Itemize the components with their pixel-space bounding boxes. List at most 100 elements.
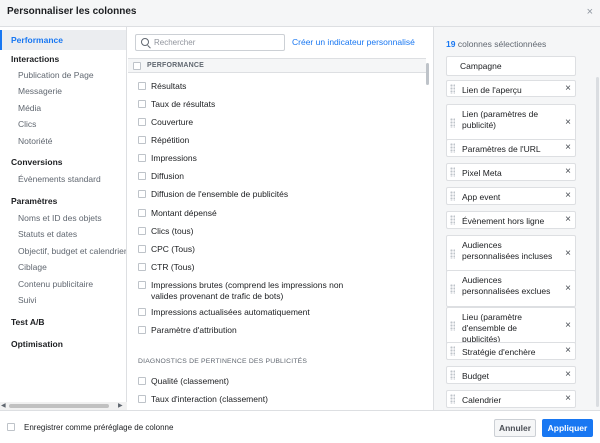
- drag-handle-icon[interactable]: [450, 83, 455, 94]
- remove-icon[interactable]: ×: [565, 190, 571, 202]
- selected-column-item[interactable]: Lien (paramètres de publicité) ×: [446, 104, 576, 141]
- metric-checkbox[interactable]: [138, 326, 146, 334]
- sidebar-item-category[interactable]: Interactions: [11, 54, 126, 64]
- sidebar-item-subcategory[interactable]: Statuts et dates: [18, 229, 126, 239]
- metric-list-scrollbar[interactable]: [424, 58, 430, 410]
- metric-checkbox[interactable]: [138, 209, 146, 217]
- sidebar-item-category[interactable]: Test A/B: [11, 317, 126, 327]
- remove-icon[interactable]: ×: [565, 142, 571, 154]
- selected-columns-panel: 19 colonnes sélectionnées Campagne Lien …: [433, 27, 600, 410]
- select-all-checkbox[interactable]: [133, 62, 141, 70]
- metric-checkbox[interactable]: [138, 154, 146, 162]
- selected-column-label: Audiences personnalisées incluses: [462, 240, 553, 261]
- sidebar-item-category[interactable]: Paramètres: [11, 196, 126, 206]
- performance-section-header: PERFORMANCE: [128, 58, 426, 73]
- selected-count: 19 colonnes sélectionnées: [446, 39, 546, 49]
- metric-checkbox[interactable]: [138, 263, 146, 271]
- sidebar-item-subcategory[interactable]: Objectif, budget et calendrier: [18, 246, 126, 256]
- drag-handle-icon[interactable]: [450, 117, 455, 128]
- metric-checkbox[interactable]: [138, 118, 146, 126]
- remove-icon[interactable]: ×: [565, 248, 571, 260]
- drag-handle-icon[interactable]: [450, 394, 455, 404]
- remove-icon[interactable]: ×: [565, 320, 571, 332]
- remove-icon[interactable]: ×: [565, 166, 571, 178]
- selected-column-item[interactable]: Évènement hors ligne ×: [446, 211, 576, 229]
- sidebar-scrollbar-thumb[interactable]: [9, 404, 109, 408]
- drag-handle-icon[interactable]: [450, 346, 455, 356]
- save-preset-checkbox[interactable]: [7, 423, 15, 431]
- sidebar-item-subcategory[interactable]: Clics: [18, 119, 126, 129]
- sidebar-item-category[interactable]: Optimisation: [11, 339, 126, 349]
- metric-label: Montant dépensé: [151, 208, 217, 218]
- metric-checkbox[interactable]: [138, 190, 146, 198]
- drag-handle-icon[interactable]: [450, 143, 455, 153]
- selected-column-label: Stratégie d'enchère: [462, 347, 536, 357]
- metric-checkbox[interactable]: [138, 245, 146, 253]
- remove-icon[interactable]: ×: [565, 345, 571, 357]
- drag-handle-icon[interactable]: [450, 215, 455, 225]
- drag-handle-icon[interactable]: [450, 370, 455, 380]
- scroll-left-icon[interactable]: ◀: [1, 402, 6, 409]
- scroll-right-icon[interactable]: ▶: [118, 402, 123, 409]
- metric-list-scrollbar-thumb[interactable]: [426, 63, 429, 85]
- sidebar-item-subcategory[interactable]: Média: [18, 103, 126, 113]
- metric-checkbox[interactable]: [138, 136, 146, 144]
- selected-column-item[interactable]: Audiences personnalisées exclues ×: [446, 270, 576, 307]
- sidebar-item-subcategory[interactable]: Noms et ID des objets: [18, 213, 126, 223]
- drag-handle-icon[interactable]: [450, 167, 455, 177]
- remove-icon[interactable]: ×: [565, 83, 571, 95]
- remove-icon[interactable]: ×: [565, 214, 571, 226]
- drag-handle-icon[interactable]: [450, 283, 455, 294]
- remove-icon[interactable]: ×: [565, 283, 571, 295]
- metric-checkbox[interactable]: [138, 172, 146, 180]
- selected-column-label: Calendrier: [462, 395, 502, 405]
- remove-icon[interactable]: ×: [565, 117, 571, 129]
- metric-checkbox[interactable]: [138, 395, 146, 403]
- metric-checkbox[interactable]: [138, 227, 146, 235]
- selected-column-item[interactable]: Lien de l'aperçu ×: [446, 80, 576, 97]
- selected-column-item[interactable]: Audiences personnalisées incluses ×: [446, 235, 576, 272]
- sidebar-item-subcategory[interactable]: Évènements standard: [18, 174, 126, 184]
- metric-label: Impressions: [151, 153, 197, 163]
- metric-list-panel: Créer un indicateur personnalisé PERFORM…: [128, 27, 433, 410]
- selected-column-item[interactable]: Paramètres de l'URL ×: [446, 139, 576, 157]
- create-custom-metric-link[interactable]: Créer un indicateur personnalisé: [292, 37, 415, 47]
- selected-column-item[interactable]: Budget ×: [446, 366, 576, 384]
- drag-handle-icon[interactable]: [450, 320, 455, 331]
- dialog-header: Personnaliser les colonnes ×: [0, 0, 600, 27]
- metric-checkbox[interactable]: [138, 100, 146, 108]
- metric-label: Répétition: [151, 135, 190, 145]
- selected-column-label: Budget: [462, 371, 489, 381]
- metric-label: Paramètre d'attribution: [151, 325, 237, 335]
- metric-label: Couverture: [151, 117, 194, 127]
- remove-icon[interactable]: ×: [565, 393, 571, 405]
- sidebar-item-subcategory[interactable]: Notoriété: [18, 136, 126, 146]
- sidebar-item-subcategory[interactable]: Ciblage: [18, 262, 126, 272]
- sidebar-item-subcategory[interactable]: Publication de Page: [18, 70, 126, 80]
- cancel-button[interactable]: Annuler: [494, 419, 536, 437]
- sidebar-item-category[interactable]: Conversions: [11, 157, 126, 167]
- selected-column-item[interactable]: Pixel Meta ×: [446, 163, 576, 181]
- metric-checkbox[interactable]: [138, 82, 146, 90]
- close-icon[interactable]: ×: [587, 6, 593, 18]
- metric-checkbox[interactable]: [138, 308, 146, 316]
- remove-icon[interactable]: ×: [565, 369, 571, 381]
- sidebar-item-subcategory[interactable]: Contenu publicitaire: [18, 279, 126, 289]
- selected-column-item[interactable]: Stratégie d'enchère ×: [446, 342, 576, 360]
- metric-label: Diffusion: [151, 171, 184, 181]
- metric-checkbox[interactable]: [138, 281, 146, 289]
- drag-handle-icon[interactable]: [450, 191, 455, 201]
- metric-checkbox[interactable]: [138, 377, 146, 385]
- apply-button[interactable]: Appliquer: [542, 419, 593, 437]
- selected-column-item[interactable]: App event ×: [446, 187, 576, 205]
- selected-column-item[interactable]: Calendrier ×: [446, 390, 576, 408]
- sidebar-item-subcategory[interactable]: Suivi: [18, 295, 126, 305]
- selected-column-item[interactable]: Lieu (paramètre d'ensemble de publicités…: [446, 307, 576, 344]
- selected-column-fixed: Campagne: [446, 56, 576, 76]
- selected-list-scrollbar[interactable]: [596, 77, 599, 407]
- sidebar-item-performance[interactable]: Performance: [0, 30, 126, 50]
- sidebar-item-subcategory[interactable]: Messagerie: [18, 86, 126, 96]
- search-input[interactable]: [154, 37, 282, 48]
- selected-column-label: App event: [462, 192, 501, 202]
- drag-handle-icon[interactable]: [450, 248, 455, 259]
